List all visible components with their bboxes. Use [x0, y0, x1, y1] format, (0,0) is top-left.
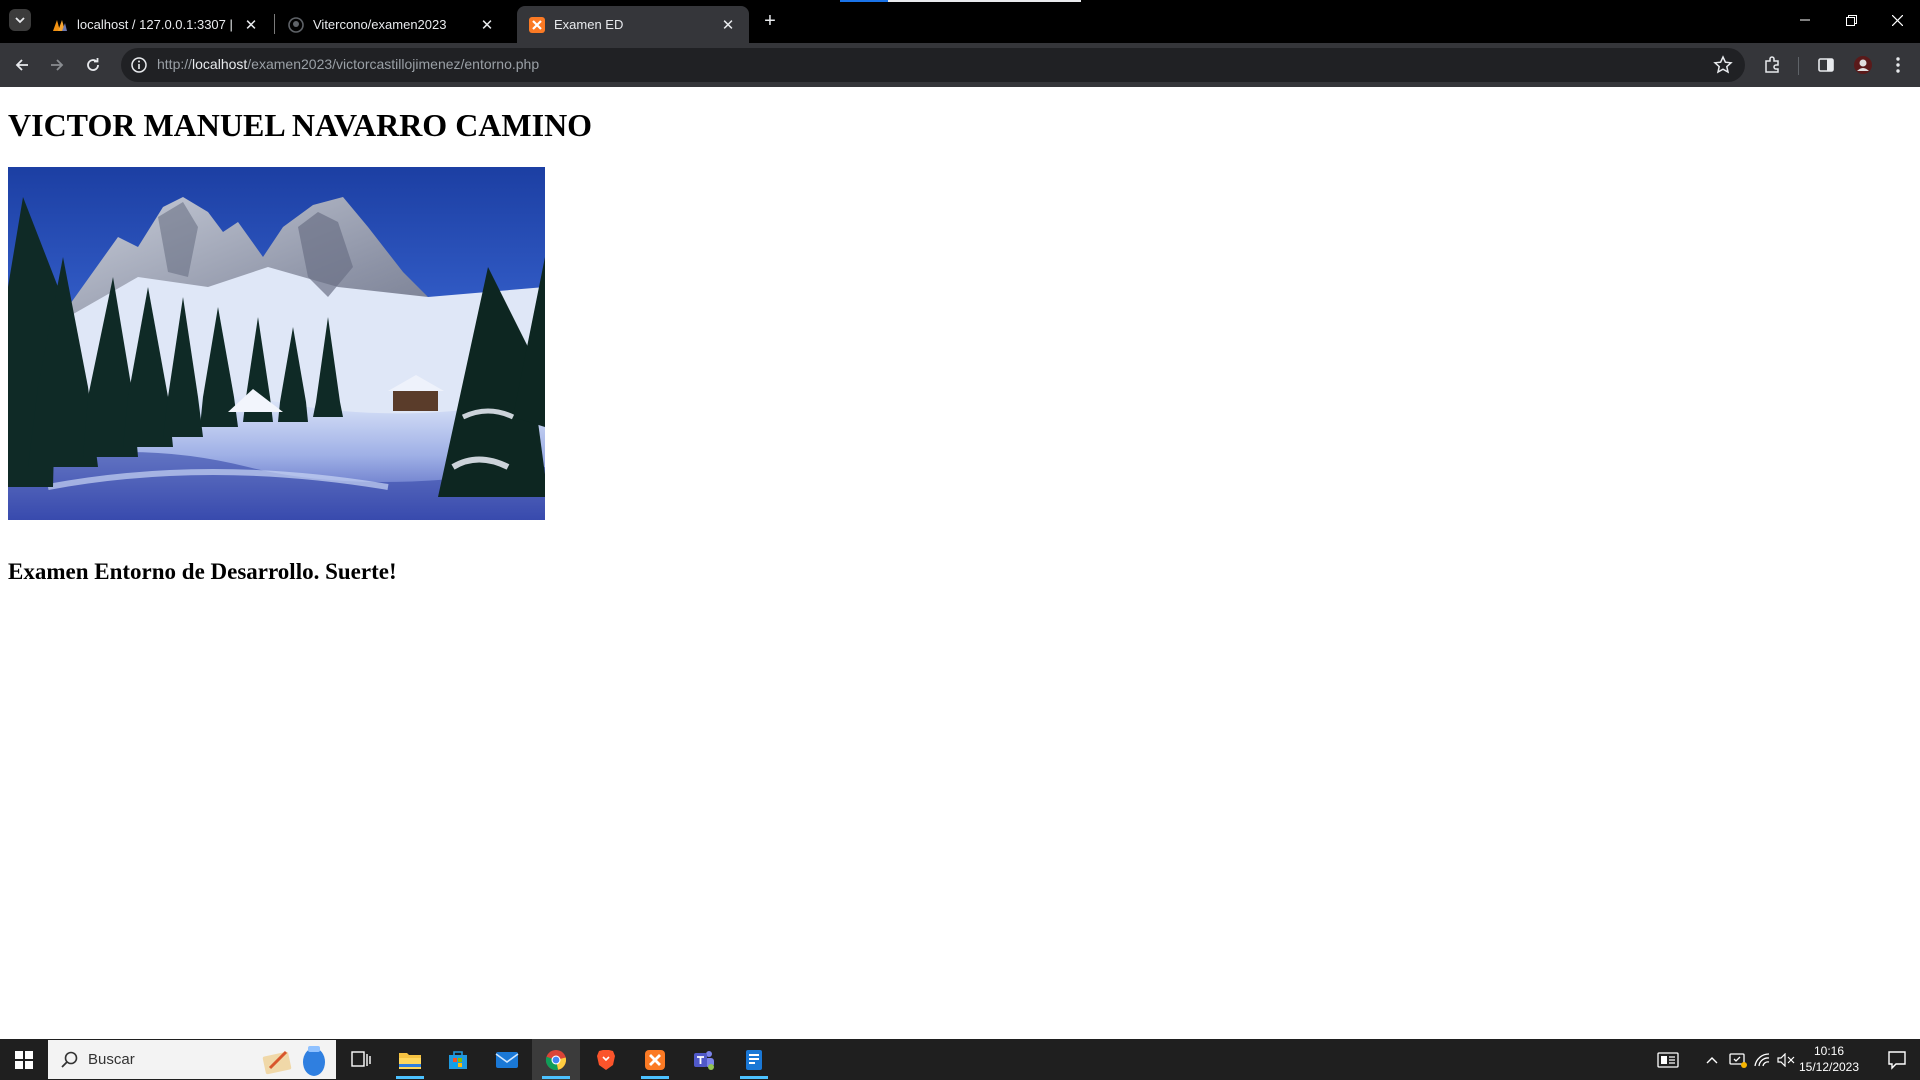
taskbar-chrome[interactable]: [532, 1039, 580, 1080]
tab-github[interactable]: Vitercono/examen2023 ✕: [276, 6, 508, 43]
tray-news-widget[interactable]: [1650, 1039, 1686, 1080]
search-icon: [61, 1051, 78, 1068]
browser-toolbar: http://localhost/examen2023/victorcastil…: [0, 43, 1920, 87]
close-icon[interactable]: ✕: [478, 16, 496, 34]
web-page: VICTOR MANUEL NAVARRO CAMINO Examen Ento…: [0, 87, 1920, 1039]
task-view-icon: [351, 1050, 371, 1067]
start-button[interactable]: [0, 1039, 48, 1080]
minimize-icon: [1800, 19, 1810, 21]
tab-search-button[interactable]: [9, 9, 31, 31]
file-explorer-icon: [399, 1052, 421, 1069]
extensions-button[interactable]: [1761, 54, 1783, 76]
tray-show-hidden-icons[interactable]: [1700, 1039, 1724, 1080]
github-icon: [288, 16, 304, 33]
taskbar-brave[interactable]: [582, 1039, 630, 1080]
wifi-icon: [1754, 1052, 1770, 1066]
notification-center-icon[interactable]: [1886, 1049, 1908, 1071]
close-window-button[interactable]: [1882, 6, 1912, 34]
arrow-left-icon: [15, 59, 28, 71]
chrome-icon: [545, 1049, 567, 1070]
taskbar-teams[interactable]: [680, 1039, 728, 1080]
menu-button[interactable]: [1887, 54, 1909, 76]
side-panel-icon: [1818, 58, 1834, 72]
info-icon[interactable]: [130, 56, 148, 74]
close-icon[interactable]: ✕: [242, 16, 260, 34]
tab-title: Examen ED: [554, 17, 624, 32]
news-icon: [1657, 1051, 1679, 1068]
side-panel-button[interactable]: [1815, 54, 1837, 76]
xampp-icon: [529, 16, 545, 33]
tab-title: Vitercono/examen2023: [313, 17, 447, 32]
chevron-up-icon: [1706, 1056, 1718, 1063]
taskbar-clock[interactable]: 10:16 15/12/2023: [1794, 1043, 1864, 1075]
reload-button[interactable]: [79, 51, 107, 79]
taskbar-microsoft-store[interactable]: [434, 1039, 482, 1080]
restore-icon: [1845, 14, 1857, 26]
brave-icon: [597, 1049, 615, 1070]
close-icon: [1891, 14, 1903, 26]
restore-button[interactable]: [1836, 6, 1866, 34]
url-text[interactable]: http://localhost/examen2023/victorcastil…: [157, 56, 539, 72]
xampp-icon: [645, 1049, 665, 1070]
reload-icon: [87, 58, 99, 71]
forward-button[interactable]: [43, 51, 71, 79]
back-button[interactable]: [8, 51, 36, 79]
search-placeholder: Buscar: [88, 1051, 135, 1068]
teams-icon: [694, 1050, 714, 1070]
chevron-down-icon: [15, 17, 25, 24]
taskbar-notepad[interactable]: [730, 1039, 778, 1080]
url-scheme: http://: [157, 56, 193, 72]
search-highlight-icon: [262, 1046, 325, 1076]
url-host: localhost: [192, 56, 248, 72]
microsoft-store-icon: [449, 1050, 467, 1069]
tab-separator: [274, 14, 275, 34]
taskbar-file-explorer[interactable]: [386, 1039, 434, 1080]
arrow-right-icon: [51, 59, 64, 71]
tab-indicator: [840, 0, 888, 2]
phpmyadmin-icon: [52, 17, 68, 33]
browser-tab-strip: localhost / 127.0.0.1:3307 | php ✕ Viter…: [0, 0, 1920, 43]
clock-time: 10:16: [1813, 1044, 1845, 1058]
tab-indicator: [888, 0, 1081, 2]
tab-examen-ed[interactable]: Examen ED ✕: [517, 6, 749, 43]
clock-date: 15/12/2023: [1798, 1060, 1860, 1074]
tab-title: localhost / 127.0.0.1:3307 | php: [77, 17, 234, 32]
bookmark-star-icon[interactable]: [1713, 55, 1733, 75]
volume-muted-icon: [1777, 1052, 1795, 1067]
avatar-icon: [1854, 56, 1872, 74]
tray-network[interactable]: [1750, 1039, 1774, 1080]
update-icon: [1729, 1052, 1747, 1068]
puzzle-icon: [1765, 56, 1779, 73]
mail-icon: [495, 1051, 519, 1068]
snowy-mountain-image: [8, 167, 545, 520]
toolbar-divider: [1798, 57, 1799, 75]
new-tab-button[interactable]: +: [759, 10, 781, 32]
task-view-button[interactable]: [337, 1039, 385, 1080]
tray-update-status[interactable]: [1726, 1039, 1750, 1080]
taskbar-search[interactable]: Buscar: [48, 1040, 336, 1079]
kebab-menu-icon: [1896, 57, 1900, 73]
taskbar-xampp[interactable]: [631, 1039, 679, 1080]
url-path: /examen2023/victorcastillojimenez/entorn…: [247, 56, 540, 72]
address-bar[interactable]: http://localhost/examen2023/victorcastil…: [121, 48, 1745, 82]
minimize-button[interactable]: [1790, 6, 1820, 34]
close-icon[interactable]: ✕: [719, 16, 737, 34]
taskbar-mail[interactable]: [483, 1039, 531, 1080]
page-title: VICTOR MANUEL NAVARRO CAMINO: [8, 107, 593, 143]
windows-logo-icon: [15, 1050, 33, 1069]
tab-phpmyadmin[interactable]: localhost / 127.0.0.1:3307 | php ✕: [40, 6, 272, 43]
page-subheading: Examen Entorno de Desarrollo. Suerte!: [8, 559, 397, 584]
profile-button[interactable]: [1852, 54, 1874, 76]
notepad-icon: [746, 1049, 762, 1070]
windows-taskbar: Buscar 10:16 15/12/2023: [0, 1039, 1920, 1080]
